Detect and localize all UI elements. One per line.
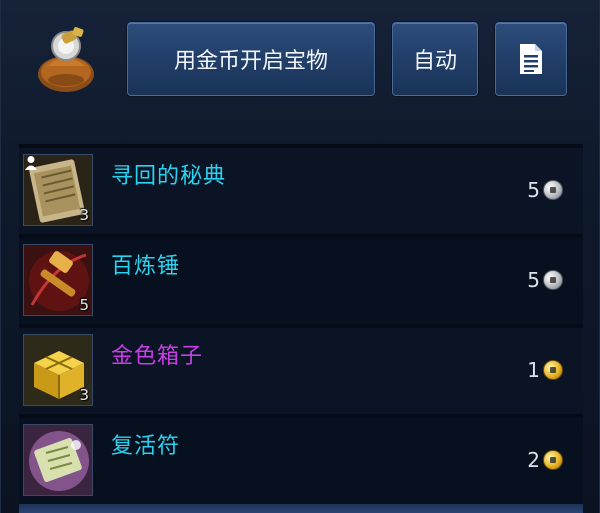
treasure-panel: 用金币开启宝物 自动 3 寻回的秘典 5 5 百炼锤 5 3 金色箱子 1 复活… (0, 0, 600, 513)
item-quantity: 3 (79, 206, 89, 224)
open-with-gold-button[interactable]: 用金币开启宝物 (127, 22, 375, 96)
item-quantity: 5 (79, 296, 89, 314)
list-item[interactable]: 复活符 2 (19, 418, 583, 504)
list-item[interactable]: 5 百炼锤 5 (19, 238, 583, 324)
item-cost-value: 5 (527, 178, 540, 202)
item-cost: 5 (527, 268, 563, 292)
silver-coin-icon (543, 180, 563, 200)
log-button[interactable] (495, 22, 567, 96)
document-icon (520, 44, 542, 74)
item-cost-value: 5 (527, 268, 540, 292)
item-list: 3 寻回的秘典 5 5 百炼锤 5 3 金色箱子 1 复活符 2 (19, 144, 583, 504)
item-cost: 5 (527, 178, 563, 202)
item-name: 复活符 (111, 434, 181, 459)
item-cost: 1 (527, 358, 563, 382)
auto-label: 自动 (412, 49, 457, 74)
ancient-book-icon: 3 (23, 154, 93, 226)
item-cost-value: 1 (527, 358, 540, 382)
auto-button[interactable]: 自动 (392, 22, 478, 96)
item-name: 金色箱子 (111, 344, 204, 369)
bottom-bar (19, 504, 583, 513)
list-item[interactable]: 3 金色箱子 1 (19, 328, 583, 414)
list-item[interactable]: 3 寻回的秘典 5 (19, 148, 583, 234)
header: 用金币开启宝物 自动 (1, 0, 600, 120)
gold-coin-icon (543, 360, 563, 380)
item-cost-value: 2 (527, 448, 540, 472)
gold-box-icon: 3 (23, 334, 93, 406)
silver-coin-icon (543, 270, 563, 290)
item-quantity: 3 (79, 386, 89, 404)
person-icon (25, 156, 37, 170)
revive-talisman-icon (23, 424, 93, 496)
treasure-bag-icon (33, 24, 99, 94)
gold-coin-icon (543, 450, 563, 470)
hammer-icon: 5 (23, 244, 93, 316)
item-name: 寻回的秘典 (111, 164, 227, 189)
item-name: 百炼锤 (111, 254, 181, 279)
item-cost: 2 (527, 448, 563, 472)
open-with-gold-label: 用金币开启宝物 (173, 49, 328, 74)
